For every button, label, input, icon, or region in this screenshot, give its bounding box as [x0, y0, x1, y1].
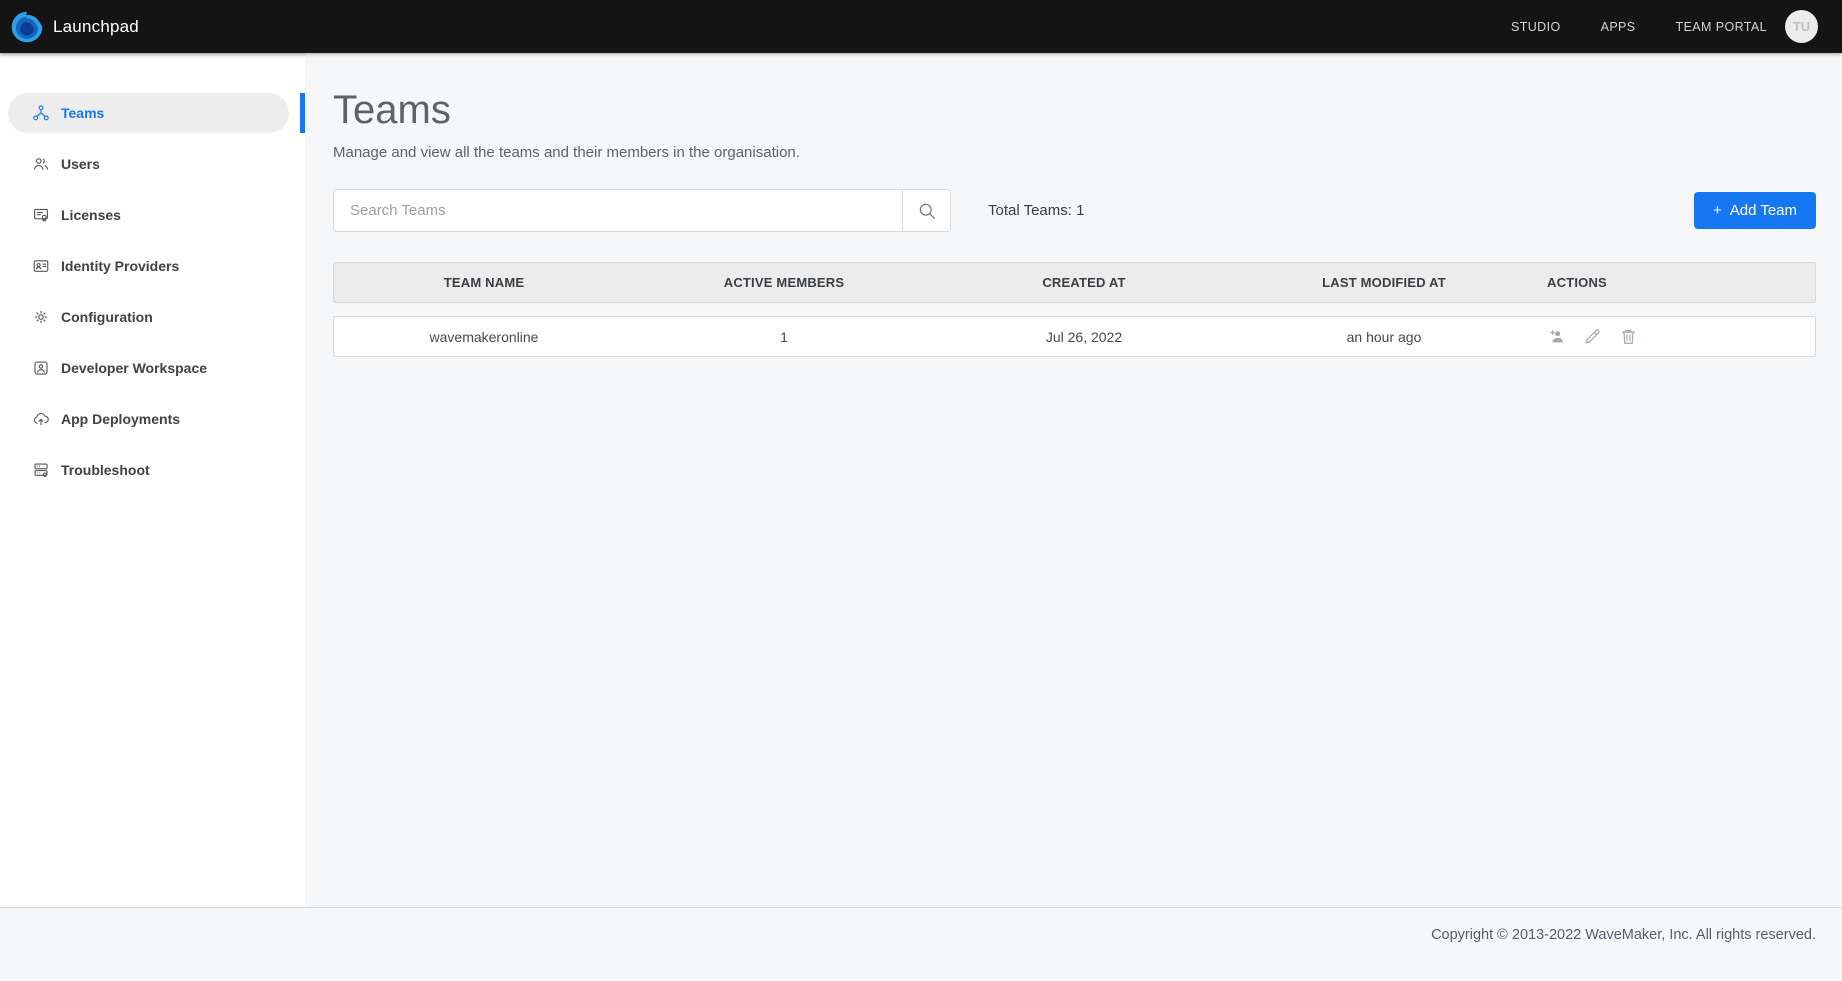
footer: Copyright © 2013-2022 WaveMaker, Inc. Al… — [0, 907, 1842, 981]
content-wrapper: Teams Users Licenses Identity Providers — [0, 53, 1842, 907]
search-input[interactable] — [334, 190, 902, 231]
table-row: wavemakeronline 1 Jul 26, 2022 an hour a… — [333, 316, 1816, 357]
team-name-cell: wavemakeronline — [334, 329, 634, 345]
identity-providers-icon — [32, 257, 50, 275]
column-header-last-modified-at: LAST MODIFIED AT — [1234, 275, 1534, 290]
add-team-button[interactable]: + Add Team — [1694, 192, 1816, 229]
app-title: Launchpad — [53, 17, 139, 37]
sidebar-item-teams[interactable]: Teams — [0, 93, 305, 133]
page: Launchpad STUDIO APPS TEAM PORTAL TU Tea… — [0, 0, 1842, 981]
nav-link-apps[interactable]: APPS — [1601, 20, 1636, 34]
sidebar-item-developer-workspace[interactable]: Developer Workspace — [0, 348, 305, 388]
wavemaker-logo-icon — [10, 10, 44, 44]
top-nav: STUDIO APPS TEAM PORTAL TU — [1471, 10, 1818, 43]
page-subtitle: Manage and view all the teams and their … — [333, 144, 1816, 161]
brand[interactable]: Launchpad — [10, 10, 139, 44]
sidebar-item-label: Licenses — [61, 207, 121, 223]
sidebar-item-troubleshoot[interactable]: Troubleshoot — [0, 450, 305, 490]
nav-link-studio[interactable]: STUDIO — [1511, 20, 1561, 34]
column-header-active-members: ACTIVE MEMBERS — [634, 275, 934, 290]
user-avatar[interactable]: TU — [1785, 10, 1818, 43]
trash-icon — [1619, 327, 1638, 346]
sidebar-item-configuration[interactable]: Configuration — [0, 297, 305, 337]
main-content: Teams Manage and view all the teams and … — [305, 53, 1842, 907]
delete-team-button[interactable] — [1619, 327, 1638, 346]
troubleshoot-icon — [32, 461, 50, 479]
top-header-bar: Launchpad STUDIO APPS TEAM PORTAL TU — [0, 0, 1842, 53]
sidebar-item-licenses[interactable]: Licenses — [0, 195, 305, 235]
table-header-row: TEAM NAME ACTIVE MEMBERS CREATED AT LAST… — [333, 262, 1816, 303]
configuration-icon — [32, 308, 50, 326]
sidebar-item-users[interactable]: Users — [0, 144, 305, 184]
add-team-label: Add Team — [1730, 202, 1797, 219]
toolbar: Total Teams: 1 + Add Team — [333, 189, 1816, 232]
app-deployments-icon — [32, 410, 50, 428]
search-button[interactable] — [902, 190, 950, 231]
add-member-button[interactable] — [1547, 327, 1566, 346]
total-teams-label: Total Teams: 1 — [988, 202, 1084, 219]
copyright-text: Copyright © 2013-2022 WaveMaker, Inc. Al… — [1431, 927, 1816, 943]
search-group — [333, 189, 951, 232]
sidebar-item-label: Developer Workspace — [61, 360, 207, 376]
developer-workspace-icon — [32, 359, 50, 377]
created-at-cell: Jul 26, 2022 — [934, 329, 1234, 345]
sidebar-item-identity-providers[interactable]: Identity Providers — [0, 246, 305, 286]
sidebar-item-label: Troubleshoot — [61, 462, 150, 478]
column-header-actions: ACTIONS — [1534, 275, 1815, 290]
teams-table: TEAM NAME ACTIVE MEMBERS CREATED AT LAST… — [333, 262, 1816, 357]
sidebar-item-label: Configuration — [61, 309, 153, 325]
column-header-team-name: TEAM NAME — [334, 275, 634, 290]
plus-icon: + — [1713, 202, 1722, 219]
last-modified-at-cell: an hour ago — [1234, 329, 1534, 345]
nav-link-team-portal[interactable]: TEAM PORTAL — [1676, 20, 1767, 34]
row-actions — [1534, 327, 1815, 346]
sidebar: Teams Users Licenses Identity Providers — [0, 53, 305, 907]
users-icon — [32, 155, 50, 173]
person-add-icon — [1547, 327, 1566, 346]
edit-team-button[interactable] — [1583, 327, 1602, 346]
sidebar-item-label: Users — [61, 156, 100, 172]
search-icon — [917, 201, 937, 221]
active-members-cell: 1 — [634, 329, 934, 345]
teams-icon — [32, 104, 50, 122]
licenses-icon — [32, 206, 50, 224]
page-title: Teams — [333, 88, 1816, 132]
sidebar-item-label: Identity Providers — [61, 258, 179, 274]
column-header-created-at: CREATED AT — [934, 275, 1234, 290]
sidebar-item-app-deployments[interactable]: App Deployments — [0, 399, 305, 439]
pencil-icon — [1583, 327, 1602, 346]
sidebar-item-label: App Deployments — [61, 411, 180, 427]
sidebar-item-label: Teams — [61, 105, 104, 121]
